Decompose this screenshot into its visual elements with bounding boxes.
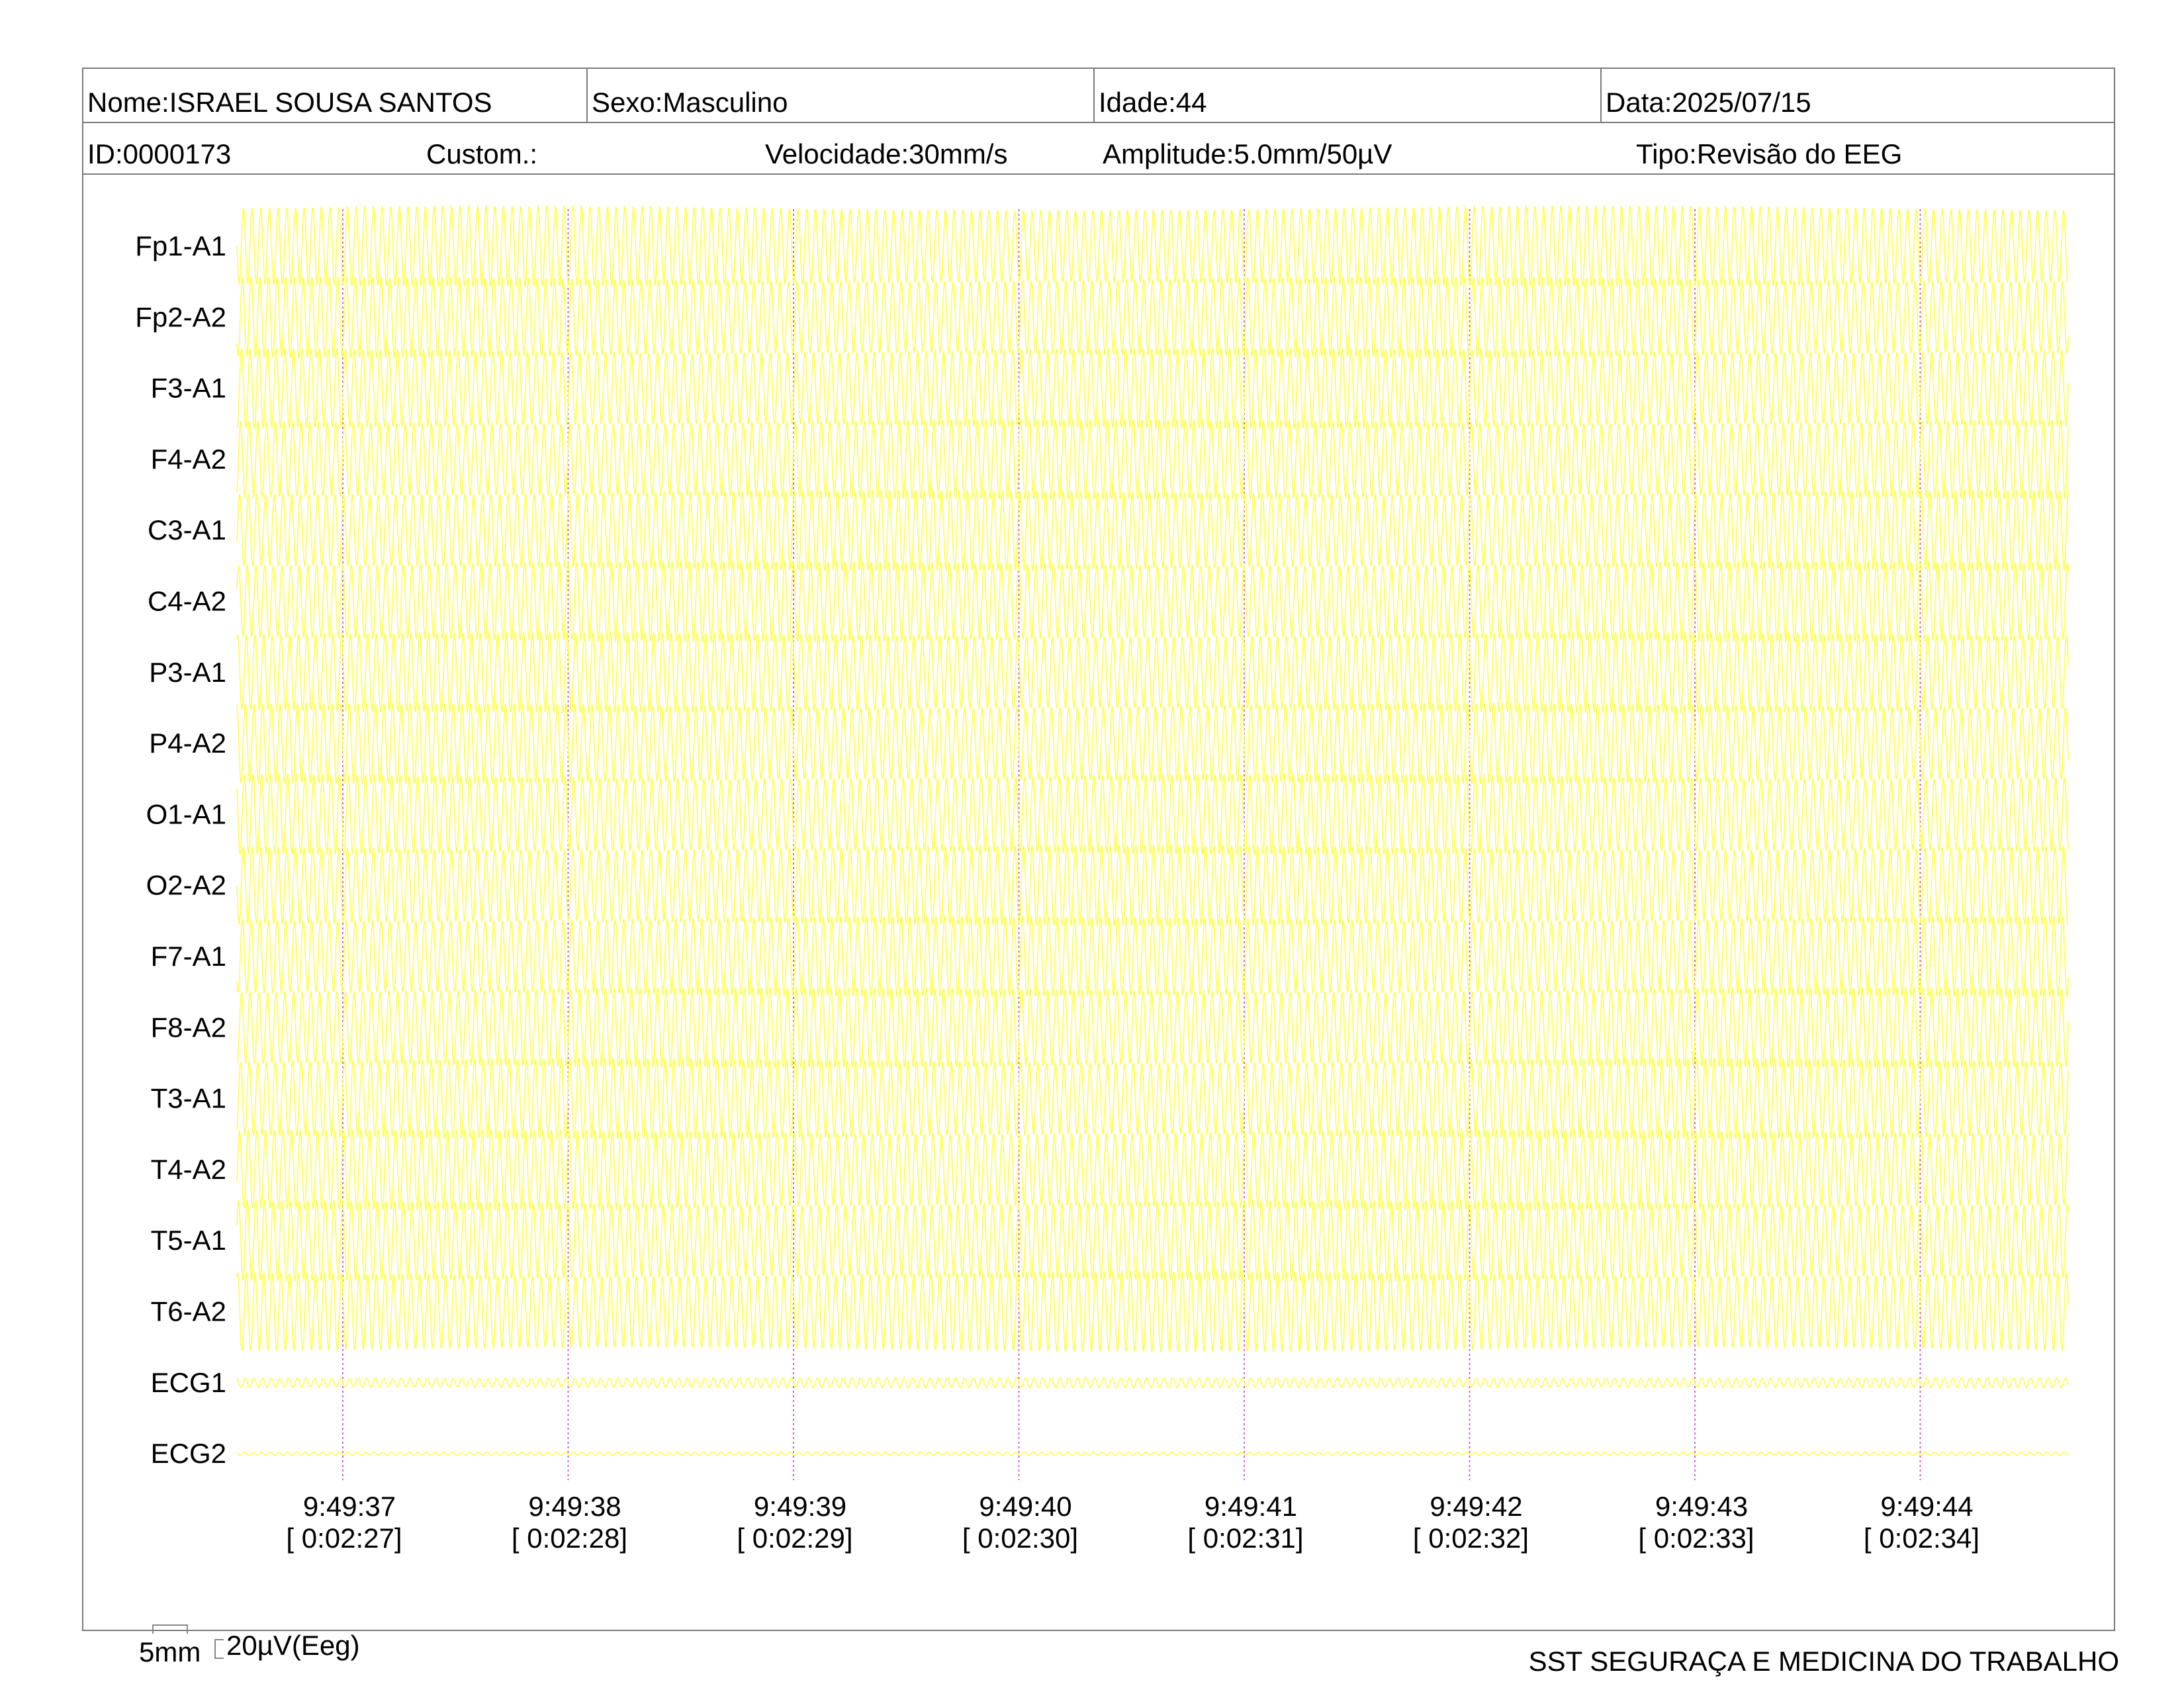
company-name: SST SEGURAÇA E MEDICINA DO TRABALHO [1528,1646,2119,1677]
patient-name: Nome:ISRAEL SOUSA SANTOS [87,87,492,118]
report-frame: Nome:ISRAEL SOUSA SANTOS Sexo:Masculino … [82,68,2115,1631]
header-row-1: Nome:ISRAEL SOUSA SANTOS Sexo:Masculino … [83,69,2114,123]
amplitude-setting: Amplitude:5.0mm/50µV [1103,138,1392,169]
time-scale-bar [152,1624,188,1634]
time-scale-label: 5mm [139,1636,201,1667]
patient-sex: Sexo:Masculino [586,69,788,122]
custom-field: Custom.: [426,138,538,169]
patient-id: ID:0000173 [87,138,232,169]
patient-age: Idade:44 [1093,69,1207,122]
amplitude-scale-bar [214,1639,224,1659]
amplitude-scale-label: 20µV(Eeg) [226,1630,360,1661]
speed-setting: Velocidade:30mm/s [765,138,1008,169]
exam-date: Data:2025/07/15 [1600,69,1811,122]
exam-type: Tipo:Revisão do EEG [1636,138,1903,169]
header-row-2: ID:0000173 Custom.: Velocidade:30mm/s Am… [83,122,2114,175]
